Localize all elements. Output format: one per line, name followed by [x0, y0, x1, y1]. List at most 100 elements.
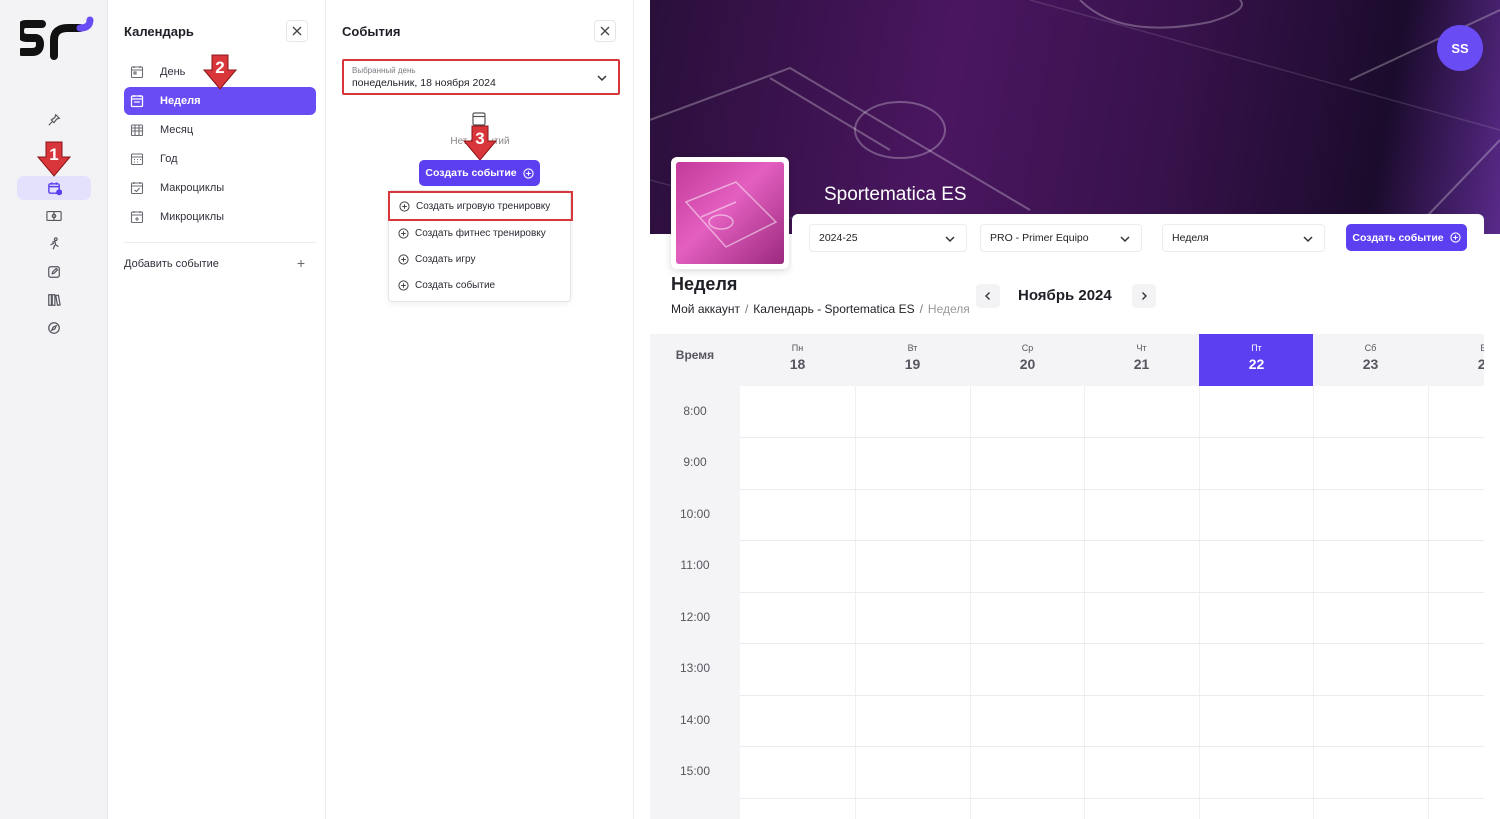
day-name: Пн	[791, 343, 804, 353]
row-divider	[740, 746, 1484, 747]
step-marker-1: 1	[37, 141, 71, 177]
time-label: 15:00	[679, 764, 711, 778]
library-icon[interactable]	[17, 288, 91, 312]
column-divider	[1428, 386, 1429, 819]
menu-item-create-fitness-training[interactable]: Создать фитнес тренировку	[389, 220, 572, 246]
chevron-down-icon	[1120, 236, 1130, 243]
close-events-button[interactable]	[594, 20, 616, 42]
nav-item-label: Месяц	[160, 124, 194, 136]
header-create-event-button[interactable]: Создать событие	[1346, 224, 1467, 251]
header-create-event-label: Создать событие	[1352, 231, 1444, 244]
season-select[interactable]: 2024-25	[809, 224, 967, 252]
selected-day-select[interactable]: Выбранный день понедельник, 18 ноября 20…	[342, 59, 620, 95]
filter-bar: 2024-25 PRO - Primer Equipo Неделя Созда…	[792, 214, 1484, 264]
team-value: PRO - Primer Equipo	[990, 232, 1089, 244]
view-value: Неделя	[1172, 232, 1209, 244]
day-header-sun[interactable]: Вс 24	[1428, 334, 1484, 386]
calendar-icon[interactable]	[17, 176, 91, 200]
nav-item-microcycles[interactable]: Микроциклы	[124, 203, 316, 231]
add-event-plus-icon[interactable]: +	[294, 256, 308, 270]
prev-week-button[interactable]	[976, 284, 1000, 308]
menu-item-label: Создать игру	[415, 253, 476, 265]
menu-item-create-event[interactable]: Создать событие	[389, 272, 572, 298]
icon-rail	[0, 0, 108, 819]
breadcrumb: Мой аккаунт / Календарь - Sportematica ES /…	[671, 302, 970, 316]
menu-item-create-game-training[interactable]: Создать игровую тренировку	[388, 191, 573, 221]
column-divider	[855, 386, 856, 819]
step-marker-number: 3	[475, 129, 484, 148]
day-header-wed[interactable]: Ср 20	[970, 334, 1085, 386]
selected-day-value: понедельник, 18 ноября 2024	[352, 77, 496, 89]
row-divider	[740, 798, 1484, 799]
step-marker-3: 3	[463, 125, 497, 161]
main-content: SS Sportematica ES 2024-25 PRO - Primer …	[634, 0, 1500, 819]
nav-item-macrocycles[interactable]: Макроциклы	[124, 174, 316, 202]
compass-icon[interactable]	[17, 316, 91, 340]
day-name: Чт	[1136, 343, 1147, 353]
day-name: Сб	[1364, 343, 1377, 353]
events-panel: События Выбранный день понедельник, 18 н…	[326, 0, 634, 819]
nav-item-year[interactable]: Год	[124, 145, 316, 173]
create-event-button[interactable]: Создать событие	[419, 160, 540, 186]
day-date: 24	[1477, 356, 1484, 372]
user-avatar[interactable]: SS	[1437, 25, 1483, 71]
calendar-year-icon	[130, 153, 144, 166]
time-column-header: Время	[675, 348, 715, 362]
breadcrumb-current: Неделя	[927, 302, 970, 316]
day-date: 18	[789, 356, 806, 372]
plus-circle-icon	[398, 227, 409, 239]
day-header-tue[interactable]: Вт 19	[855, 334, 970, 386]
pin-icon[interactable]	[17, 108, 91, 132]
add-event-label: Добавить событие	[124, 258, 219, 270]
calendar-panel-title: Календарь	[124, 24, 194, 39]
day-header-sat[interactable]: Сб 23	[1313, 334, 1428, 386]
day-name: Пт	[1251, 343, 1262, 353]
view-select[interactable]: Неделя	[1162, 224, 1325, 252]
chevron-left-icon	[985, 292, 990, 300]
time-label: 10:00	[679, 507, 711, 521]
close-calendar-button[interactable]	[286, 20, 308, 42]
nav-item-label: День	[160, 66, 186, 78]
day-header-thu[interactable]: Чт 21	[1084, 334, 1199, 386]
team-select[interactable]: PRO - Primer Equipo	[980, 224, 1142, 252]
nav-item-month[interactable]: Месяц	[124, 116, 316, 144]
day-date: 21	[1133, 356, 1150, 372]
column-divider	[1084, 386, 1085, 819]
calendar-day-icon	[130, 66, 144, 79]
pitch-thumbnail-icon	[684, 181, 778, 248]
time-label: 13:00	[679, 661, 711, 675]
chevron-down-icon	[597, 75, 607, 82]
macrocycle-icon	[130, 182, 144, 195]
app-logo[interactable]	[20, 16, 94, 64]
breadcrumb-calendar[interactable]: Календарь - Sportematica ES	[753, 302, 914, 316]
column-divider	[1199, 386, 1200, 819]
step-marker-number: 1	[49, 145, 58, 164]
plus-circle-icon	[1449, 232, 1461, 243]
day-name: Вт	[907, 343, 918, 353]
create-event-dropdown: Создать игровую тренировку Создать фитне…	[388, 190, 573, 302]
close-icon	[292, 26, 302, 36]
close-icon	[600, 26, 610, 36]
day-date: 20	[1019, 356, 1036, 372]
field-icon[interactable]	[17, 204, 91, 228]
nav-item-label: Неделя	[160, 95, 201, 107]
nav-item-week[interactable]: Неделя	[124, 87, 316, 115]
chevron-right-icon	[1142, 292, 1147, 300]
next-week-button[interactable]	[1132, 284, 1156, 308]
divider	[124, 242, 316, 243]
day-header-mon[interactable]: Пн 18	[740, 334, 855, 386]
page-title: Неделя	[671, 274, 738, 294]
time-label: 12:00	[679, 610, 711, 624]
row-divider	[740, 643, 1484, 644]
current-month: Ноябрь 2024	[1018, 287, 1112, 304]
row-divider	[740, 695, 1484, 696]
running-icon[interactable]	[17, 232, 91, 256]
plus-circle-icon	[398, 279, 409, 291]
day-header-fri-today[interactable]: Пт 22	[1199, 334, 1314, 386]
row-divider	[740, 592, 1484, 593]
edit-icon[interactable]	[17, 260, 91, 284]
row-divider	[740, 540, 1484, 541]
breadcrumb-account[interactable]: Мой аккаунт	[671, 302, 740, 316]
menu-item-create-game[interactable]: Создать игру	[389, 246, 572, 272]
row-divider	[740, 437, 1484, 438]
